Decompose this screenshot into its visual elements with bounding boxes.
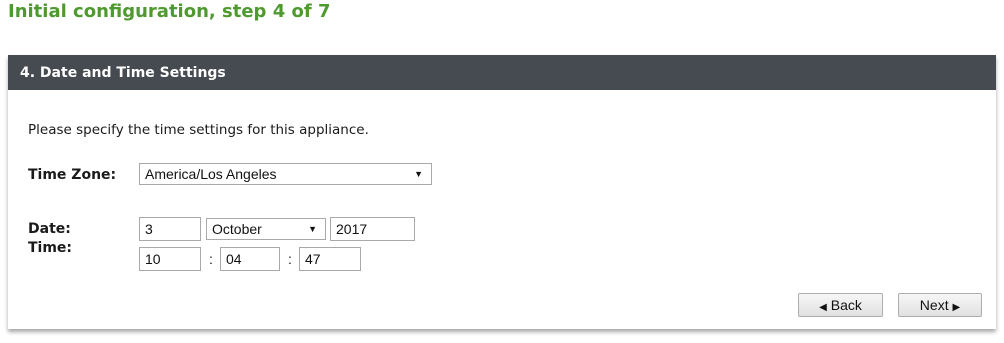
date-time-panel: 4. Date and Time Settings Please specify… [8,55,996,329]
time-separator: : [288,251,292,267]
next-button[interactable]: Next ▶ [898,293,982,317]
month-value: October [212,221,262,237]
time-label: Time: [28,240,73,256]
back-button[interactable]: ◀ Back [798,293,883,317]
month-select[interactable]: October ▼ [206,218,326,240]
time-separator: : [209,251,213,267]
dropdown-arrow-icon: ▼ [414,169,423,179]
day-input[interactable]: 3 [139,217,201,241]
panel-header: 4. Date and Time Settings [8,55,996,90]
timezone-label: Time Zone: [28,167,117,183]
next-button-label: Next [919,297,949,313]
date-label: Date: [28,221,71,237]
back-button-label: Back [830,297,862,313]
timezone-select[interactable]: America/Los Angeles ▼ [139,163,432,185]
minute-input[interactable]: 04 [220,247,280,271]
timezone-value: America/Los Angeles [145,166,277,182]
intro-text: Please specify the time settings for thi… [28,122,369,138]
back-arrow-icon: ◀ [819,302,827,313]
second-input[interactable]: 47 [299,247,361,271]
hour-input[interactable]: 10 [139,247,201,271]
next-arrow-icon: ▶ [952,302,961,313]
year-input[interactable]: 2017 [330,217,415,241]
page-title: Initial configuration, step 4 of 7 [8,1,331,22]
dropdown-arrow-icon: ▼ [308,224,317,234]
